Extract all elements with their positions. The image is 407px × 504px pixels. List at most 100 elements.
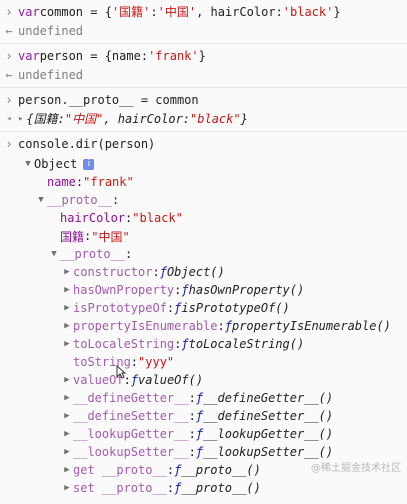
code-token: valueOf() — [138, 373, 204, 387]
code-token: : — [217, 319, 225, 333]
console-dir-input-line[interactable]: › console.dir(person) — [0, 134, 407, 153]
code-token: ƒ — [174, 481, 182, 495]
expand-arrow-icon[interactable]: ▶ — [61, 321, 73, 331]
tree-row[interactable]: ▶ __defineGetter__: ƒ __defineGetter__() — [0, 389, 407, 407]
code-token: __defineSetter__() — [203, 409, 334, 423]
object-tree: ▼ Object i name: "frank" ▼ __proto__: hairColo… — [0, 153, 407, 501]
code-token: : — [188, 445, 196, 459]
code-token: __proto__ — [47, 193, 113, 207]
code-token: "black" — [132, 211, 183, 225]
code-token: : — [174, 337, 182, 351]
code-token: : — [174, 283, 182, 297]
code-token: : — [125, 247, 133, 261]
input-prompt-icon: › — [5, 4, 13, 19]
console-input-line[interactable]: › person.__proto__ = common — [0, 90, 407, 109]
console-input-line[interactable]: › var common = {'国籍': '中国', hairColor: 'bl… — [0, 2, 407, 21]
code-token: Object() — [166, 265, 225, 279]
output-return-icon: ← — [5, 23, 13, 38]
expand-arrow-icon[interactable]: ▶ — [61, 339, 73, 349]
code-token: : — [188, 427, 196, 441]
code-token: toLocaleString — [73, 337, 175, 351]
collapse-arrow-icon[interactable]: ▼ — [22, 159, 34, 169]
code-token: ƒ — [195, 445, 204, 459]
code-token: } — [240, 111, 248, 126]
code-token: : — [152, 265, 160, 279]
expand-arrow-icon[interactable]: ▶ — [61, 429, 73, 439]
code-token: name — [47, 175, 76, 189]
code-token: __lookupGetter__ — [73, 427, 189, 441]
tree-row[interactable]: ▼ __proto__: — [0, 191, 407, 209]
code-token: person = {name: — [39, 48, 149, 63]
code-token: person.__proto__ = common — [18, 92, 199, 107]
watermark: @稀土掘金技术社区 — [311, 463, 401, 474]
code-token: isPrototypeOf — [73, 301, 167, 315]
code-token: : — [166, 463, 175, 477]
expand-arrow-icon[interactable]: ▶ — [61, 375, 73, 385]
code-token: constructor — [73, 265, 153, 279]
code-token: hairColor — [60, 211, 126, 225]
console-entry: › var common = {'国籍': '中国', hairColor: 'bl… — [0, 0, 407, 44]
console-entries: › var common = {'国籍': '中国', hairColor: 'bl… — [0, 0, 407, 132]
collapse-arrow-icon[interactable]: ▼ — [48, 249, 60, 259]
code-token: ƒ — [181, 337, 189, 351]
tree-row[interactable]: ▶ isPrototypeOf: ƒ isPrototypeOf() — [0, 299, 407, 317]
code-token: set __proto__ — [73, 481, 167, 495]
code-token: get __proto__ — [73, 463, 167, 477]
console-input-line[interactable]: › var person = {name:'frank'} — [0, 46, 407, 65]
mouse-cursor-icon — [116, 365, 126, 379]
code-token: , hairColor: — [196, 4, 283, 19]
tree-row: toString: "yyy" — [0, 353, 407, 371]
tree-row[interactable]: ▶ __lookupGetter__: ƒ __lookupGetter__() — [0, 425, 407, 443]
tree-row[interactable]: ▶ hasOwnProperty: ƒ hasOwnProperty() — [0, 281, 407, 299]
code-token: ƒ — [195, 409, 204, 423]
expand-arrow-icon[interactable]: ▶ — [61, 267, 73, 277]
expand-arrow-icon[interactable]: ▸ — [18, 114, 23, 124]
expand-arrow-icon[interactable]: ▶ — [61, 447, 73, 457]
info-icon[interactable]: i — [83, 158, 95, 170]
expand-arrow-icon[interactable]: ▶ — [61, 411, 73, 421]
expand-arrow-icon[interactable]: ▶ — [61, 483, 73, 493]
console-dir-command: console.dir(person) — [18, 136, 156, 151]
console-entry: › var person = {name:'frank'} ← undefined — [0, 44, 407, 88]
code-token: __lookupSetter__() — [203, 445, 334, 459]
code-token: __defineSetter__ — [73, 409, 189, 423]
code-token: : — [188, 391, 196, 405]
tree-row[interactable]: ▶ set __proto__: ƒ __proto__() — [0, 479, 407, 497]
code-token: ƒ — [224, 319, 232, 333]
tree-row[interactable]: ▶ __defineSetter__: ƒ __defineSetter__() — [0, 407, 407, 425]
expand-arrow-icon[interactable]: ▶ — [61, 465, 73, 475]
tree-row[interactable]: ▶ toLocaleString: ƒ toLocaleString() — [0, 335, 407, 353]
code-token: ƒ — [181, 283, 189, 297]
collapse-arrow-icon[interactable]: ▼ — [35, 195, 47, 205]
console-output-line: ← undefined — [0, 65, 407, 84]
expand-arrow-icon[interactable]: ▶ — [61, 303, 73, 313]
console-output-line: ◂ ▸ {国籍: "中国", hairColor: "black"} — [0, 109, 407, 128]
code-token: hasOwnProperty — [73, 283, 175, 297]
code-token: : — [112, 193, 120, 207]
code-token: : — [150, 4, 158, 19]
tree-row[interactable]: ▶ valueOf: ƒ valueOf() — [0, 371, 407, 389]
input-prompt-icon: › — [5, 136, 13, 151]
code-token: , hairColor: — [103, 111, 191, 126]
code-token: {国籍: — [26, 112, 65, 126]
console-entry: › person.__proto__ = common ◂ ▸ {国籍: "中国", h… — [0, 88, 407, 132]
tree-row[interactable]: ▶ constructor: ƒ Object() — [0, 263, 407, 281]
code-token: Object — [34, 157, 78, 171]
code-token: } — [333, 4, 341, 19]
expand-arrow-icon[interactable]: ▶ — [61, 393, 73, 403]
code-token: 'black' — [282, 4, 334, 19]
tree-row[interactable]: ▼ __proto__: — [0, 245, 407, 263]
input-prompt-icon: › — [5, 48, 13, 63]
output-return-icon: ← — [5, 67, 13, 82]
code-token: : — [166, 301, 175, 315]
tree-row[interactable]: ▼ Object i — [0, 155, 407, 173]
code-token: ƒ — [174, 463, 182, 477]
expand-arrow-icon[interactable]: ▶ — [61, 285, 73, 295]
code-token: toLocaleString() — [188, 337, 305, 351]
code-token: : — [166, 481, 175, 495]
code-token: ƒ — [130, 373, 139, 387]
code-token: ƒ — [174, 301, 182, 315]
code-token: : — [188, 409, 196, 423]
tree-row[interactable]: ▶ propertyIsEnumerable: ƒ propertyIsEnume… — [0, 317, 407, 335]
code-token: __proto__() — [181, 463, 261, 477]
